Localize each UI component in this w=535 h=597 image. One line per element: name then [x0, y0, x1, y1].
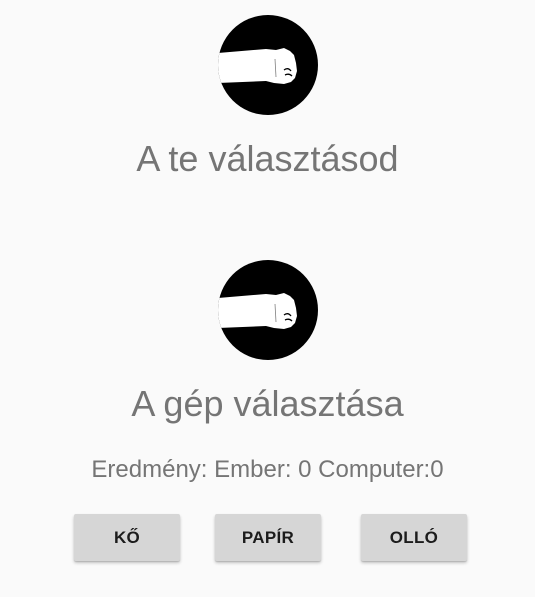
human-score-value: 0 — [298, 456, 312, 483]
scissors-button[interactable]: OLLÓ — [361, 514, 467, 561]
computer-choice-fist-icon — [218, 260, 318, 360]
player-choice-fist-icon — [218, 15, 318, 115]
computer-score-label: Computer: — [311, 456, 431, 483]
rock-button[interactable]: KŐ — [74, 514, 180, 561]
paper-button[interactable]: PAPÍR — [215, 514, 321, 561]
computer-score-value: 0 — [430, 456, 444, 483]
human-score-label: Ember: — [214, 456, 299, 483]
computer-choice-label: A gép választása — [131, 383, 404, 424]
player-choice-label: A te választásod — [136, 138, 399, 179]
score-prefix: Eredmény: — [91, 456, 215, 483]
score-text: Eredmény: Ember: 0 Computer:0 — [0, 455, 535, 485]
